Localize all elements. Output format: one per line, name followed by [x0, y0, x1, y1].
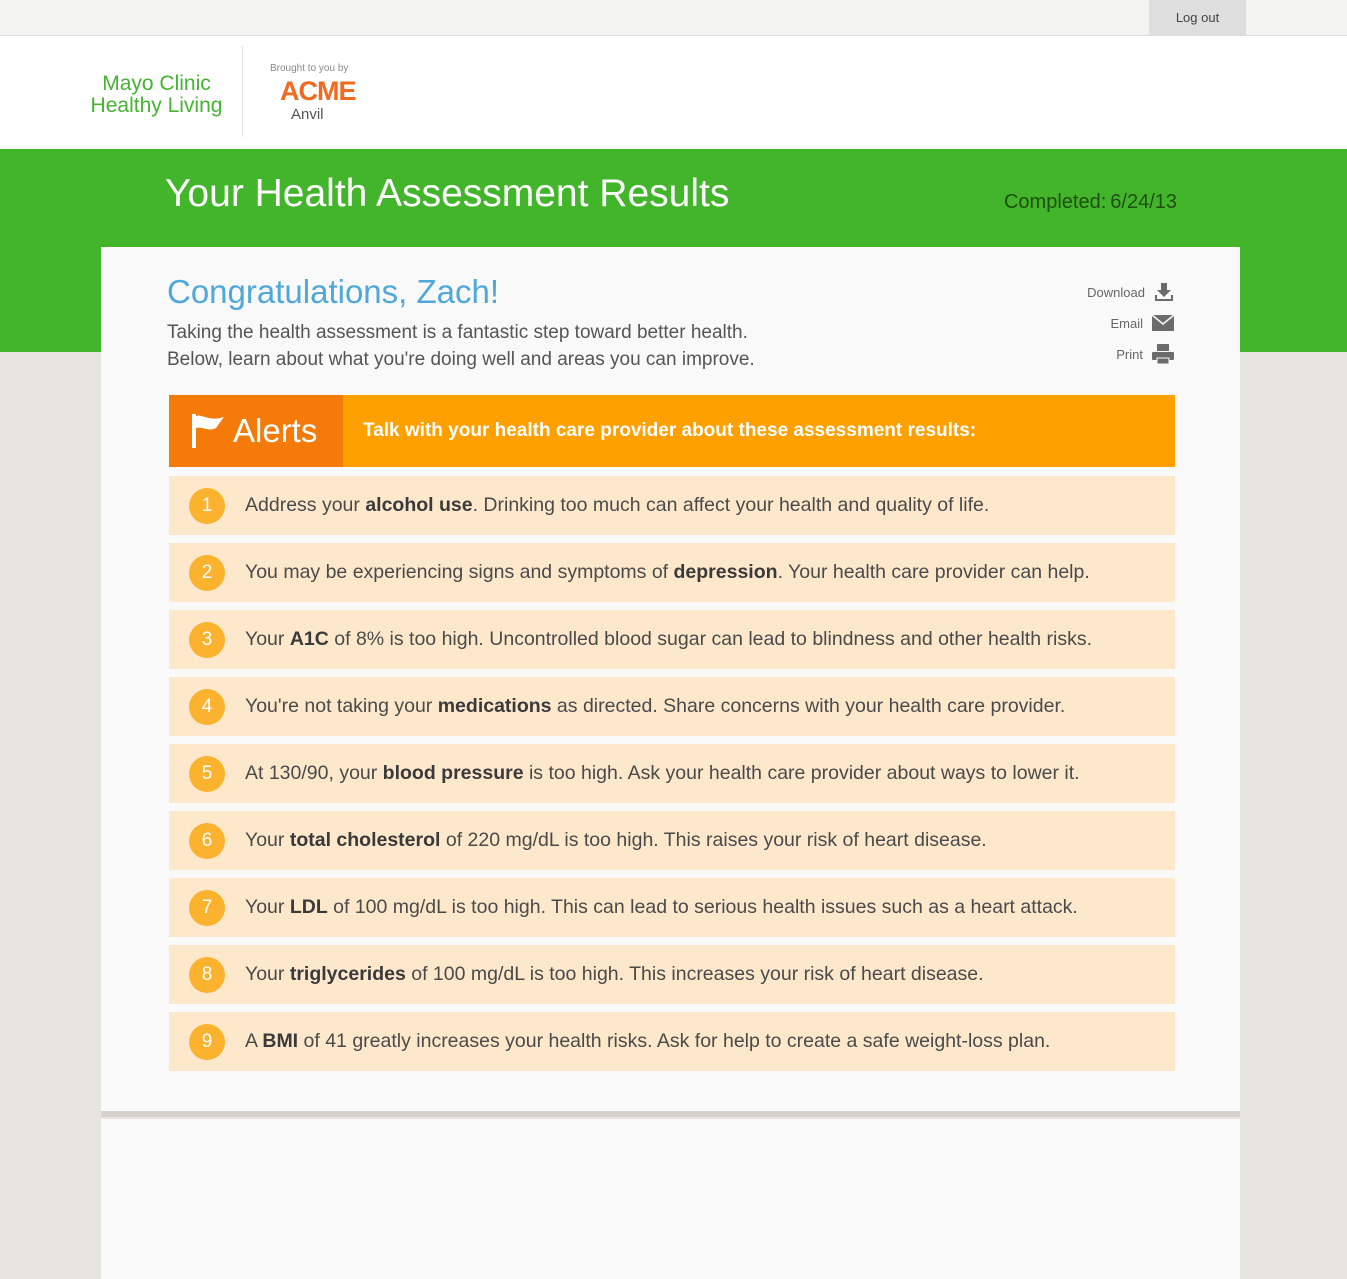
alerts-message: Talk with your health care provider abou… [363, 420, 977, 441]
sponsor-logo: ACME [280, 76, 356, 106]
alert-topic: medications [437, 695, 552, 717]
printer-icon [1152, 344, 1174, 364]
intro-line-2: Below, learn about what you're doing wel… [167, 349, 755, 370]
top-bar: Log out [0, 0, 1347, 36]
download-icon [1155, 283, 1173, 301]
alerts-title: Alerts [233, 412, 318, 449]
alert-topic: total cholesterol [289, 829, 441, 851]
alert-text-pre: You're not taking your [245, 695, 438, 717]
completed-date: Completed: 6/24/13 [1000, 191, 1177, 214]
alert-topic: BMI [262, 1030, 299, 1052]
print-label: Print [1116, 346, 1143, 362]
alert-text: Your A1C of 8% is too high. Uncontrolled… [245, 628, 1092, 651]
alert-text: Your LDL of 100 mg/dL is too high. This … [245, 896, 1078, 919]
alert-topic: A1C [289, 628, 329, 650]
greeting-heading: Congratulations, Zach! [167, 273, 500, 310]
alert-text-post: is too high. Ask your health care provid… [523, 762, 1080, 784]
download-button[interactable]: Download [1044, 281, 1174, 303]
alert-text: Your triglycerides of 100 mg/dL is too h… [245, 963, 984, 986]
site-header: Mayo Clinic Healthy Living Brought to yo… [0, 36, 1347, 149]
alert-item: 6 Your total cholesterol of 220 mg/dL is … [169, 811, 1175, 870]
alert-text: You may be experiencing signs and sympto… [245, 561, 1090, 584]
alert-item: 2 You may be experiencing signs and sympt… [169, 543, 1175, 602]
alerts-header: Alerts Talk with your health care provid… [169, 395, 1175, 467]
alert-item: 8 Your triglycerides of 100 mg/dL is too … [169, 945, 1175, 1004]
brand-line-1: Mayo Clinic [102, 72, 211, 95]
alert-text-pre: A [245, 1030, 263, 1052]
alert-number-badge: 9 [189, 1023, 225, 1060]
alert-text-post: . Drinking too much can affect your heal… [472, 494, 990, 516]
alert-topic: depression [673, 561, 778, 583]
alert-text-post: of 220 mg/dL is too high. This raises yo… [440, 829, 987, 851]
flag-icon [192, 414, 224, 448]
download-label: Download [1087, 284, 1145, 300]
header-divider [242, 46, 243, 137]
alert-text-pre: Your [245, 628, 290, 650]
alert-number-badge: 7 [189, 889, 225, 926]
alert-number-badge: 1 [189, 487, 225, 524]
alert-text-post: of 100 mg/dL is too high. This can lead … [327, 896, 1078, 918]
alert-number-badge: 3 [189, 621, 225, 658]
results-card: Congratulations, Zach! Taking the health… [101, 247, 1240, 1117]
alert-text-post: of 100 mg/dL is too high. This increases… [405, 963, 984, 985]
alert-number-badge: 4 [189, 688, 225, 725]
completed-label: Completed: [1003, 191, 1107, 213]
alert-text: A BMI of 41 greatly increases your healt… [245, 1030, 1050, 1053]
alert-text: Your total cholesterol of 220 mg/dL is t… [245, 829, 987, 852]
page-title: Your Health Assessment Results [165, 172, 730, 215]
alert-item: 7 Your LDL of 100 mg/dL is too high. This… [169, 878, 1175, 937]
alert-text-pre: Address your [245, 494, 366, 516]
brand-logo[interactable]: Mayo Clinic Healthy Living [84, 73, 229, 117]
alert-topic: blood pressure [382, 762, 524, 784]
brand-line-2: Healthy Living [90, 94, 223, 117]
intro-text: Taking the health assessment is a fantas… [167, 319, 755, 373]
alert-item: 4 You're not taking your medications as d… [169, 677, 1175, 736]
alert-number-badge: 5 [189, 755, 225, 792]
sponsor-caption: Brought to you by [270, 63, 349, 74]
alerts-tag: Alerts [169, 395, 343, 467]
print-button[interactable]: Print [1044, 343, 1174, 365]
logout-button[interactable]: Log out [1149, 0, 1246, 35]
alert-topic: alcohol use [365, 494, 473, 516]
alert-topic: triglycerides [289, 963, 406, 985]
alert-text: You're not taking your medications as di… [245, 695, 1065, 718]
alert-text-pre: At 130/90, your [245, 762, 383, 784]
envelope-icon [1152, 315, 1174, 331]
alert-text-pre: Your [245, 896, 290, 918]
alert-topic: LDL [289, 896, 328, 918]
alert-text-pre: Your [245, 829, 290, 851]
intro-line-1: Taking the health assessment is a fantas… [167, 322, 748, 343]
completed-value: 6/24/13 [1110, 191, 1177, 213]
alert-text: Address your alcohol use. Drinking too m… [245, 494, 989, 517]
alert-text-post: . Your health care provider can help. [777, 561, 1090, 583]
share-actions: Download Email Print [1044, 281, 1174, 374]
alert-item: 9A BMI of 41 greatly increases your heal… [169, 1012, 1175, 1071]
alert-number-badge: 8 [189, 956, 225, 993]
sponsor-subtitle: Anvil [291, 106, 324, 123]
alert-number-badge: 2 [189, 554, 225, 591]
alert-text: At 130/90, your blood pressure is too hi… [245, 762, 1080, 785]
alert-list: 1 Address your alcohol use. Drinking too … [169, 476, 1175, 1079]
email-label: Email [1110, 315, 1143, 331]
alert-text-pre: Your [245, 963, 290, 985]
alert-text-post: of 41 greatly increases your health risk… [298, 1030, 1051, 1052]
next-section-card [101, 1119, 1240, 1279]
alert-number-badge: 6 [189, 822, 225, 859]
email-button[interactable]: Email [1044, 312, 1174, 334]
alert-text-pre: You may be experiencing signs and sympto… [245, 561, 674, 583]
alert-text-post: of 8% is too high. Uncontrolled blood su… [328, 628, 1092, 650]
alert-text-post: as directed. Share concerns with your he… [551, 695, 1066, 717]
alert-item: 5 At 130/90, your blood pressure is too h… [169, 744, 1175, 803]
alert-item: 1 Address your alcohol use. Drinking too … [169, 476, 1175, 535]
alert-item: 3 Your A1C of 8% is too high. Uncontrolle… [169, 610, 1175, 669]
